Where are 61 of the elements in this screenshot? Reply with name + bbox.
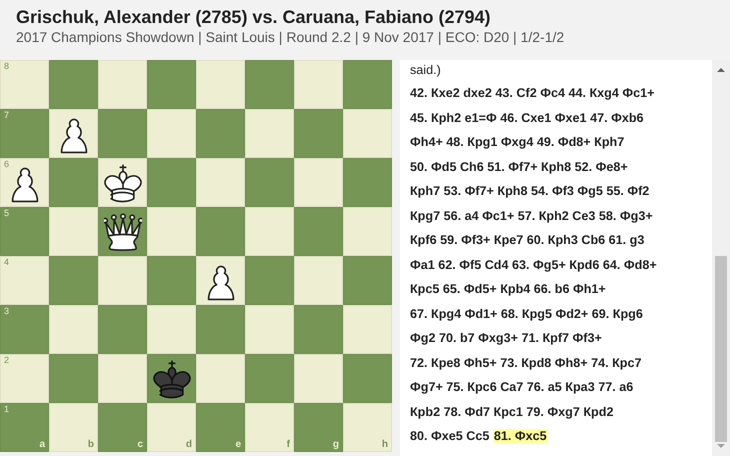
rank-label: 1 <box>4 405 10 414</box>
rank-label: 6 <box>4 160 10 169</box>
move-text: Крh7 53. Фf7+ Крh8 54. Фf3 Фg5 55. Фf2 <box>410 183 650 200</box>
queen-icon[interactable] <box>104 212 142 252</box>
move-text: Фg7+ 75. Крc6 Сa7 76. a5 Крa3 77. a6 <box>410 379 634 396</box>
game-info: 2017 Champions Showdown | Saint Louis | Round 2.2 | 9 Nov 2017 | ECO: D20 | 1/2-1/2 <box>16 28 566 46</box>
comment-text: said.) <box>410 62 442 79</box>
move-text: 72. Крe8 Фh5+ 73. Крd8 Фh8+ 74. Крc7 <box>410 354 642 372</box>
move-text: 67. Крg4 Фd1+ 68. Крg5 Фd2+ 69. Крg6 <box>410 306 644 323</box>
board-square[interactable] <box>98 158 147 207</box>
board-square[interactable]: g <box>294 403 343 452</box>
scrollbar[interactable] <box>712 60 730 456</box>
board-square[interactable] <box>196 256 245 305</box>
rank-label: 7 <box>4 111 10 120</box>
king-icon[interactable] <box>152 358 190 398</box>
board-square[interactable]: h <box>343 403 392 452</box>
board-square[interactable]: c <box>98 403 147 452</box>
board-square[interactable] <box>49 109 98 158</box>
file-label: d <box>186 440 192 450</box>
board-square[interactable]: 6 <box>0 158 49 207</box>
file-label: e <box>235 440 241 450</box>
board-square[interactable]: e <box>196 403 245 452</box>
board-square[interactable] <box>98 207 147 256</box>
board-square[interactable]: 5 <box>0 207 49 256</box>
board-square[interactable]: d <box>147 403 196 452</box>
king-icon[interactable] <box>104 162 142 202</box>
file-label: c <box>137 440 143 450</box>
file-label: h <box>382 440 388 450</box>
file-label: a <box>39 440 45 450</box>
move-text: Фa1 62. Фf5 Сd4 63. Фg5+ Крd6 64. Фd8+ <box>410 256 658 274</box>
board-square[interactable]: 7 <box>0 109 49 158</box>
move-text: Крf6 59. Фf3+ Крe7 60. Крh3 Сb6 61. g3 <box>410 232 646 249</box>
move-text: Фg2 70. b7 Фxg3+ 71. Крf7 Фf3+ <box>410 330 603 347</box>
game-title: Grischuk, Alexander (2785) vs. Caruana, Fabiano (2794) <box>16 6 492 28</box>
move-text: Крc5 65. Фd5+ Крb4 66. b6 Фh1+ <box>410 281 607 298</box>
board-square[interactable]: b <box>49 403 98 452</box>
scrollbar-thumb[interactable] <box>715 256 727 442</box>
move-text: 42. Кxe2 dxe2 43. Сf2 Фc4 44. Кxg4 Фc1+ <box>410 85 656 102</box>
move-text: 45. Крh2 e1=Ф 46. Сxe1 Фxe1 47. Фxb6 <box>410 110 645 127</box>
rank-label: 3 <box>4 307 10 316</box>
move-text: Крb2 78. Фd7 Крc1 79. Фxg7 Крd2 <box>410 404 614 421</box>
board-square[interactable]: 2 <box>0 354 49 403</box>
board-square[interactable]: 1 a <box>0 403 49 452</box>
rank-label: 2 <box>4 356 10 365</box>
board-square[interactable]: 8 <box>0 60 49 109</box>
file-label: f <box>286 440 290 450</box>
board-square[interactable]: 3 <box>0 305 49 354</box>
scroll-up-icon[interactable] <box>716 66 726 74</box>
file-label: g <box>332 440 339 450</box>
board-square[interactable] <box>147 354 196 403</box>
move-text: 80. Фxe5 Сc5 <box>410 429 490 443</box>
rank-label: 5 <box>4 209 10 218</box>
file-label: b <box>88 440 94 450</box>
board-square[interactable]: 4 <box>0 256 49 305</box>
move-text: Фh4+ 48. Крg1 Фxg4 49. Фd8+ Крh7 <box>410 134 626 151</box>
board-square[interactable]: f <box>245 403 294 452</box>
current-move[interactable]: 81. Фxc5 <box>492 429 548 443</box>
rank-label: 4 <box>4 258 10 267</box>
move-text: 50. Фd5 Сh6 51. Фf7+ Крh8 52. Фe8+ <box>410 158 629 176</box>
move-text: Крg7 56. a4 Фc1+ 57. Крh2 Сe3 58. Фg3+ <box>410 208 654 225</box>
rank-label: 8 <box>4 62 10 71</box>
